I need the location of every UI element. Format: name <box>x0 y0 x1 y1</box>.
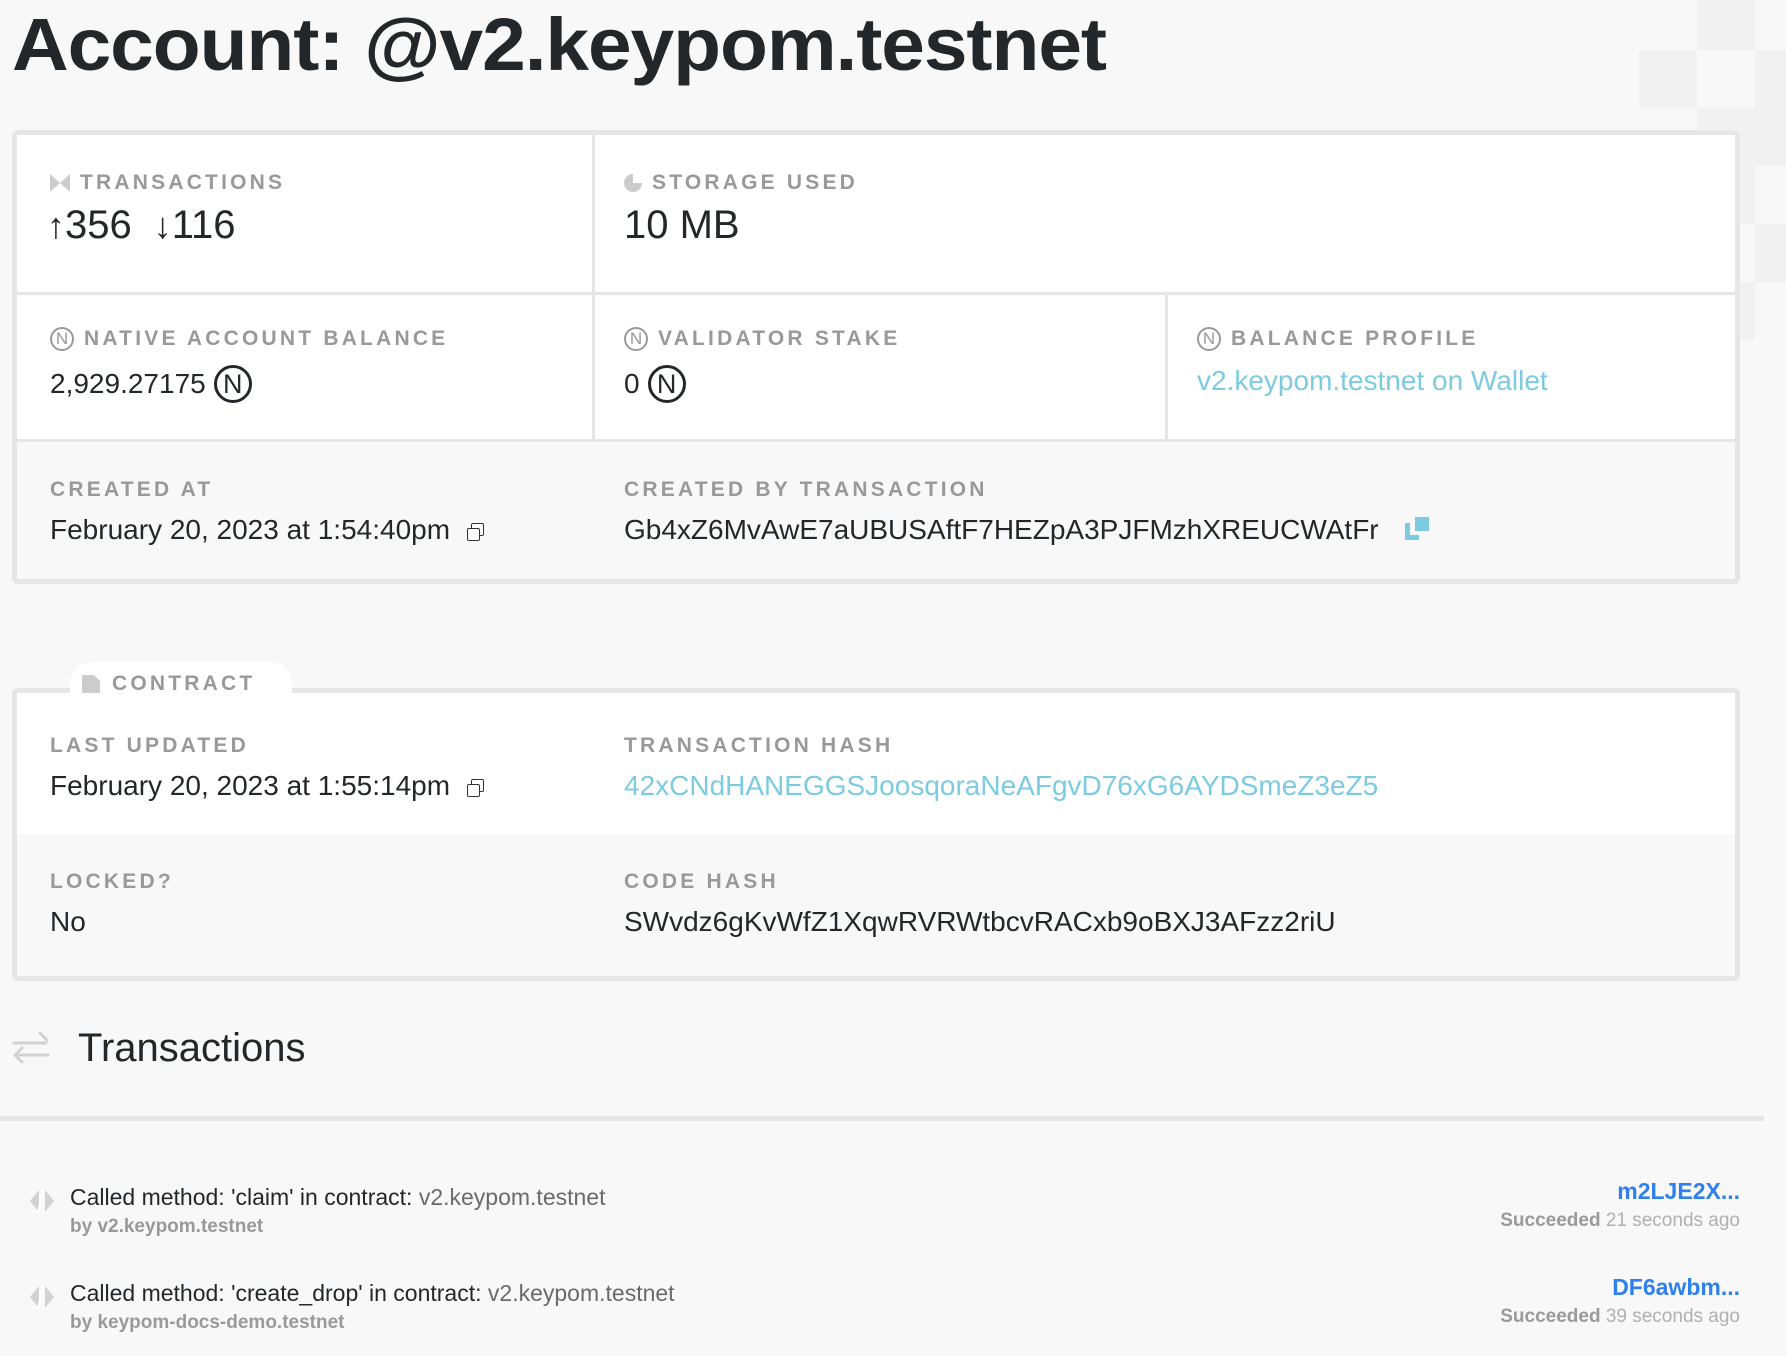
transaction-signer[interactable]: by keypom-docs-demo.testnet <box>70 1312 345 1334</box>
transaction-status: Succeeded <box>1500 1306 1601 1327</box>
transactions-label: Transactions <box>80 171 286 194</box>
background-pattern <box>1740 166 1755 224</box>
code-icon <box>30 1188 54 1214</box>
balance-profile-label: Balance profile <box>1231 327 1479 350</box>
contract-card: Last updated February 20, 2023 at 1:55:1… <box>12 688 1740 981</box>
native-balance-stat: N Native account balance 2,929.27175 N <box>17 295 592 442</box>
code-hash-stat: Code hash SWvdz6gKvWfZ1XqwRVRWtbcvRACxb9… <box>592 834 1735 976</box>
code-hash-label: Code hash <box>624 870 779 893</box>
storage-used-label: Storage used <box>652 171 859 194</box>
locked-stat: Locked? No <box>17 834 592 976</box>
locked-value: No <box>50 906 86 937</box>
transaction-contract-link[interactable]: v2.keypom.testnet <box>419 1184 606 1210</box>
arrow-down-icon: ↓ <box>153 204 172 246</box>
arrow-up-icon: ↑ <box>47 204 65 246</box>
account-info-card: Transactions ↑ 356 ↓ 116 Storage used 10… <box>12 130 1740 584</box>
transactions-title: Transactions <box>78 1026 306 1070</box>
contract-section-tab: Contract <box>70 662 292 706</box>
last-updated-stat: Last updated February 20, 2023 at 1:55:1… <box>17 693 592 834</box>
pie-chart-icon <box>624 174 642 192</box>
created-by-label: Created by transaction <box>624 478 988 501</box>
created-at-label: Created at <box>50 478 214 501</box>
validator-stake-stat: N Validator stake 0 N <box>592 295 1165 442</box>
transactions-header: Transactions <box>12 1026 306 1071</box>
transaction-action: Called method: 'claim' in contract: <box>70 1184 419 1210</box>
storage-used-stat: Storage used 10 MB <box>592 135 1735 292</box>
contract-row-2: Locked? No Code hash SWvdz6gKvWfZ1XqwRVR… <box>17 834 1735 976</box>
transaction-hash-link[interactable]: 42xCNdHANEGGSJoosqoraNeAFgvD76xG6AYDSmeZ… <box>624 770 1378 802</box>
validator-stake-value: 0 <box>624 368 640 399</box>
transaction-hash-link[interactable]: m2LJE2X... <box>1617 1178 1740 1205</box>
transfer-arrows-icon <box>12 1031 50 1063</box>
transaction-hash-link[interactable]: DF6awbm... <box>1612 1274 1740 1301</box>
created-at-stat: Created at February 20, 2023 at 1:54:40p… <box>17 442 592 579</box>
transactions-counts: ↑ 356 ↓ 116 <box>47 203 236 248</box>
transaction-signer[interactable]: by v2.keypom.testnet <box>70 1216 263 1238</box>
copy-icon[interactable] <box>466 521 485 541</box>
last-updated-label: Last updated <box>50 734 250 757</box>
last-updated-value: February 20, 2023 at 1:55:14pm <box>50 770 451 801</box>
transaction-age: 21 seconds ago <box>1605 1210 1740 1231</box>
divider <box>0 1116 1764 1121</box>
validator-stake-label: Validator stake <box>658 327 901 350</box>
transaction-status: Succeeded <box>1500 1210 1601 1231</box>
near-token-icon: N <box>624 327 648 351</box>
account-row-3: Created at February 20, 2023 at 1:54:40p… <box>17 439 1735 579</box>
hourglass-icon <box>50 174 70 192</box>
locked-label: Locked? <box>50 870 174 893</box>
near-token-icon: N <box>647 365 686 403</box>
near-token-icon: N <box>50 327 74 351</box>
background-pattern <box>1697 0 1755 50</box>
wallet-profile-link[interactable]: v2.keypom.testnet on Wallet <box>1197 365 1548 397</box>
near-token-icon: N <box>1197 327 1221 351</box>
page-title: Account: @v2.keypom.testnet <box>12 3 1107 86</box>
near-token-icon: N <box>213 365 252 403</box>
native-balance-label: Native account balance <box>84 327 449 350</box>
transaction-row[interactable]: Called method: 'create_drop' in contract… <box>0 1260 1764 1356</box>
copy-icon[interactable] <box>466 777 485 797</box>
storage-used-value: 10 MB <box>624 203 740 247</box>
transaction-action: Called method: 'create_drop' in contract… <box>70 1280 488 1306</box>
balance-profile-stat: N Balance profile v2.keypom.testnet on W… <box>1165 295 1735 442</box>
created-by-stat: Created by transaction Gb4xZ6MvAwE7aUBUS… <box>592 442 1735 579</box>
native-balance-value: 2,929.27175 <box>50 368 206 399</box>
transaction-row[interactable]: Called method: 'claim' in contract: v2.k… <box>0 1164 1764 1260</box>
background-pattern <box>1755 50 1786 166</box>
created-at-value: February 20, 2023 at 1:54:40pm <box>50 514 451 545</box>
code-hash-value: SWvdz6gKvWfZ1XqwRVRWtbcvRACxb9oBXJ3AFzz2… <box>624 906 1336 937</box>
background-pattern <box>1755 224 1786 282</box>
transactions-stat: Transactions ↑ 356 ↓ 116 <box>17 135 592 292</box>
code-icon <box>30 1284 54 1310</box>
background-pattern <box>1740 282 1755 340</box>
transaction-age: 39 seconds ago <box>1605 1306 1740 1327</box>
transaction-hash-stat: Transaction hash 42xCNdHANEGGSJoosqoraNe… <box>592 693 1735 834</box>
account-row-2: N Native account balance 2,929.27175 N N… <box>17 292 1735 442</box>
contract-tab-label: Contract <box>112 672 256 695</box>
contract-row-1: Last updated February 20, 2023 at 1:55:1… <box>17 693 1735 834</box>
created-by-tx-hash[interactable]: Gb4xZ6MvAwE7aUBUSAftF7HEZpA3PJFMzhXREUCW… <box>624 514 1379 546</box>
transaction-hash-label: Transaction hash <box>624 734 894 757</box>
external-link-icon[interactable] <box>1404 517 1429 543</box>
background-pattern <box>1639 50 1697 108</box>
incoming-count: 116 <box>171 203 236 247</box>
outgoing-count: 356 <box>65 203 132 247</box>
account-row-1: Transactions ↑ 356 ↓ 116 Storage used 10… <box>17 135 1735 292</box>
file-icon <box>82 675 100 693</box>
transaction-contract-link[interactable]: v2.keypom.testnet <box>488 1280 675 1306</box>
